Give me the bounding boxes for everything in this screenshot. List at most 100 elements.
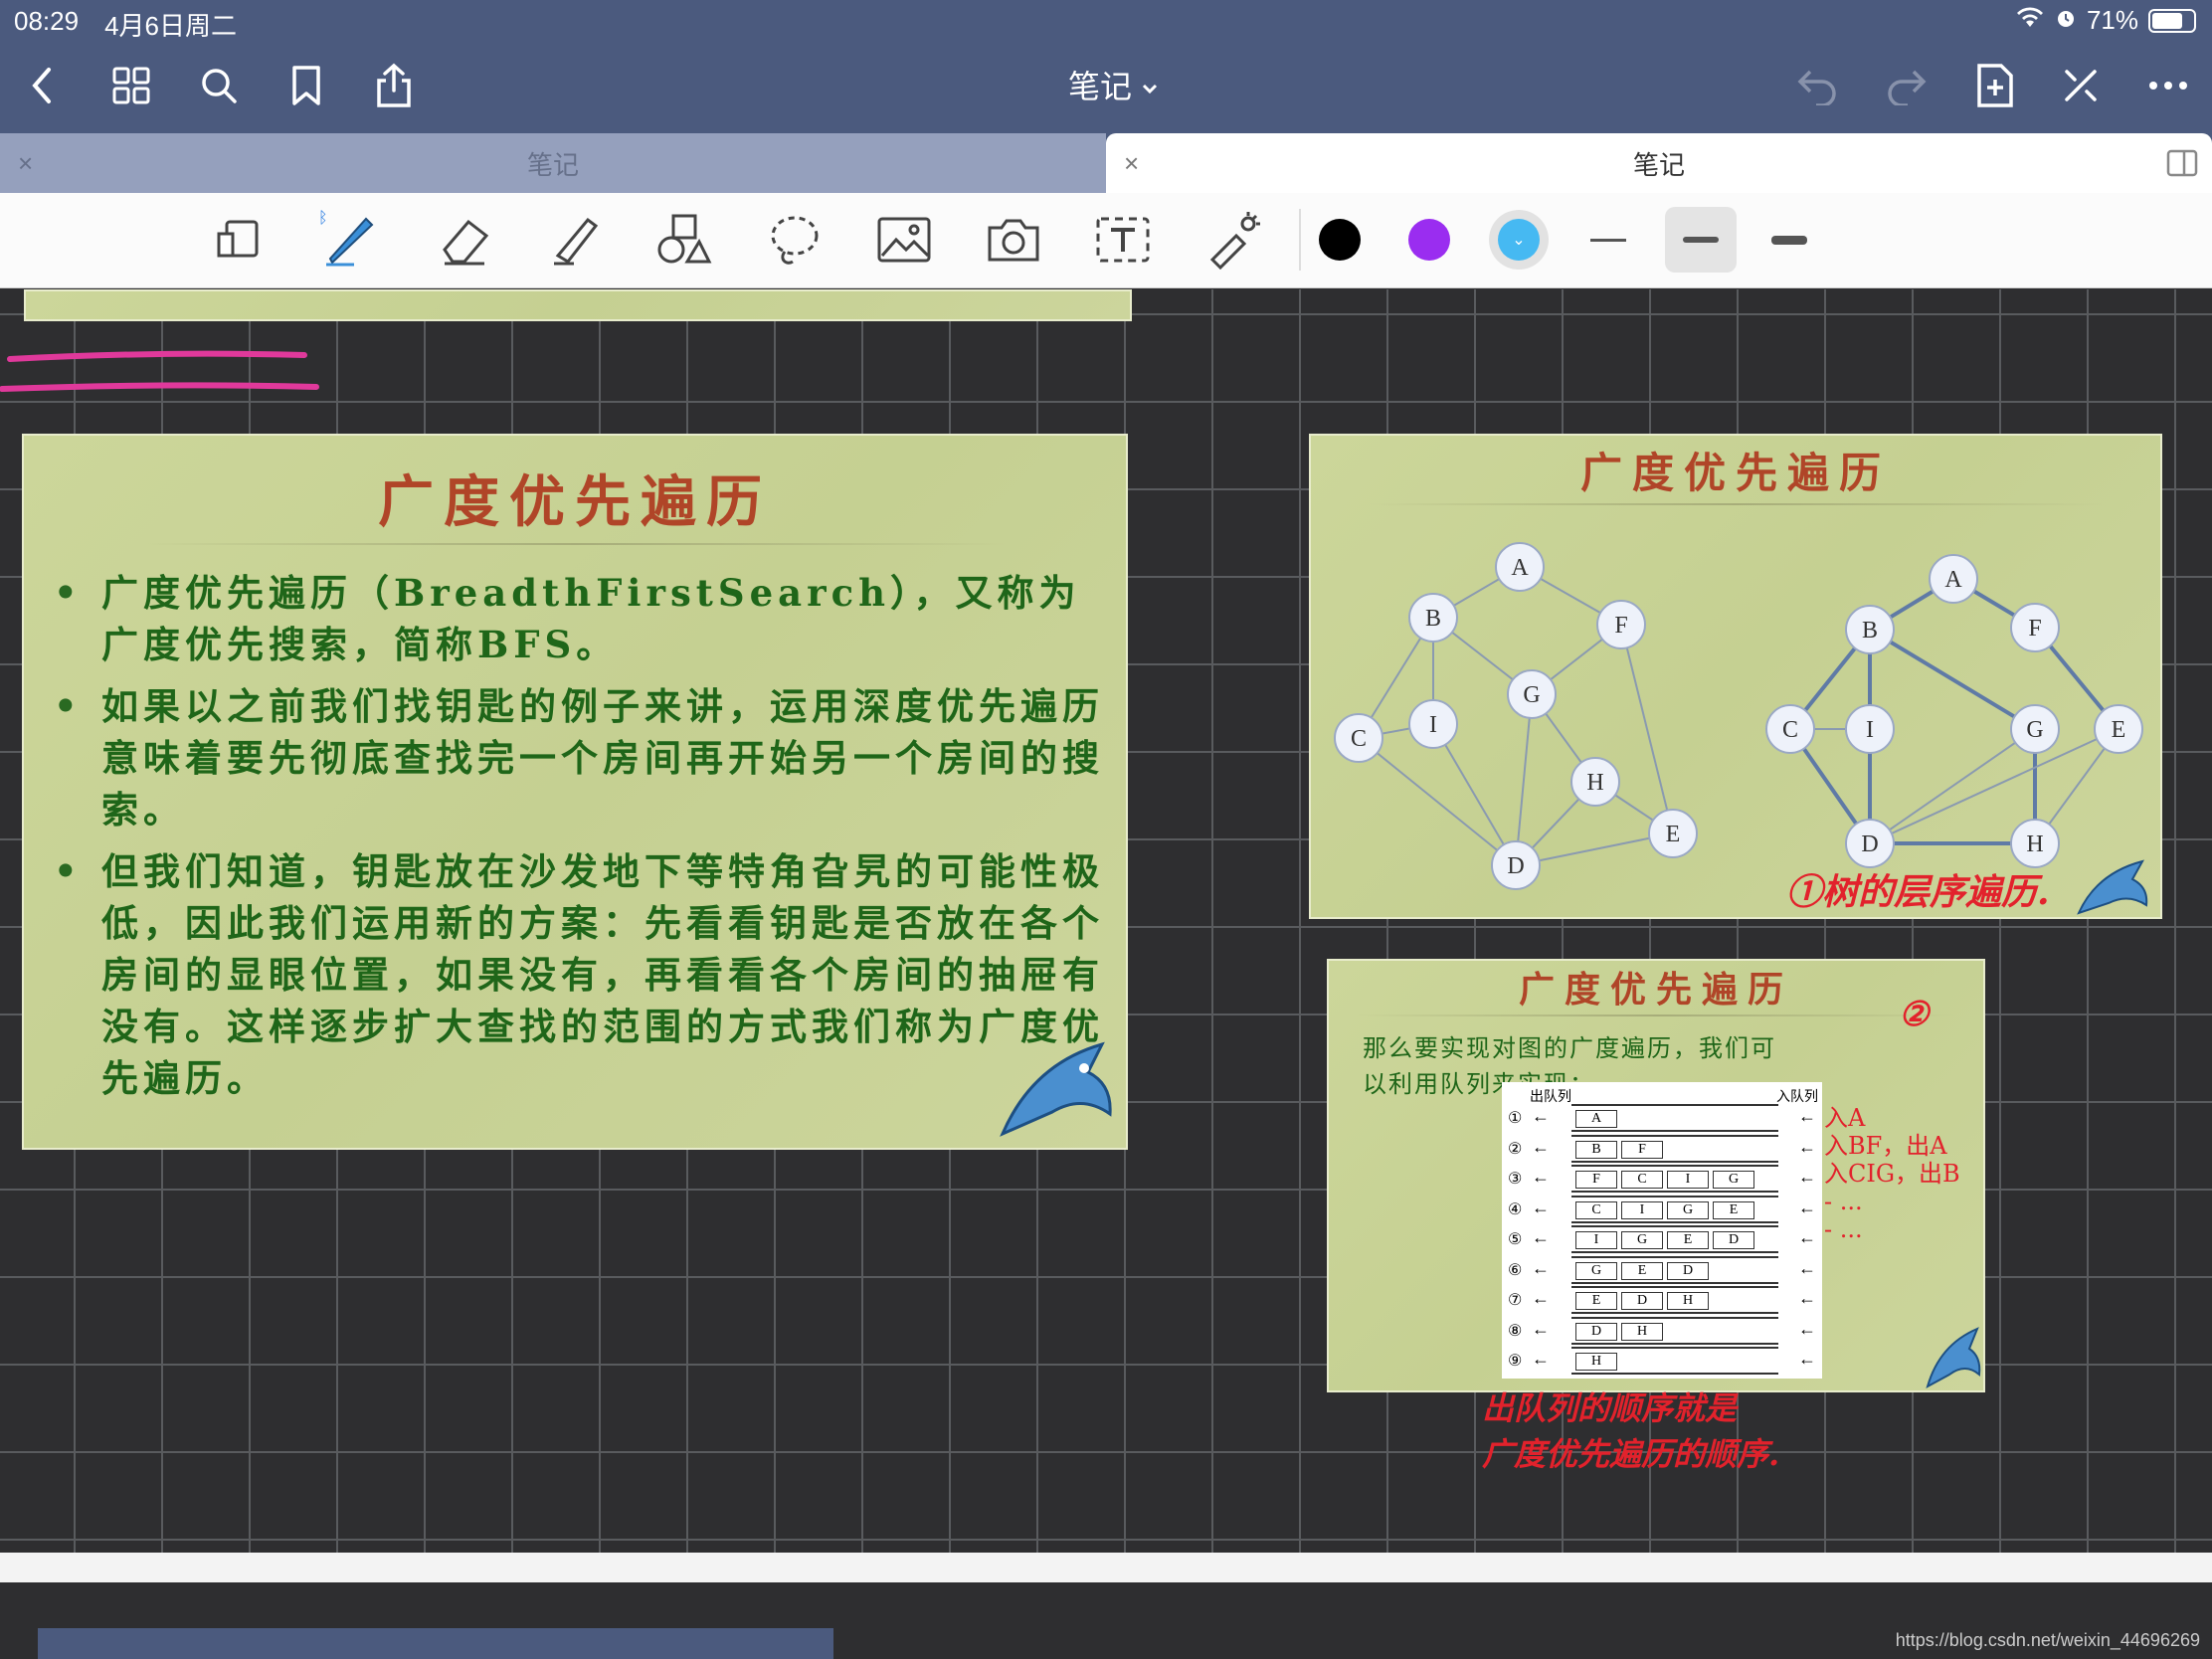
color-cyan-swatch[interactable]: ⌄ bbox=[1486, 207, 1552, 273]
arrow-left-icon: ← bbox=[1532, 1257, 1550, 1278]
more-icon[interactable] bbox=[2140, 58, 2196, 113]
wifi-icon bbox=[2015, 5, 2045, 36]
queue-out-label: 出队列 bbox=[1530, 1088, 1571, 1104]
queue-cell: G bbox=[1575, 1261, 1617, 1280]
queue-step-label: ② bbox=[1508, 1140, 1523, 1158]
arrow-left-icon: ← bbox=[1798, 1318, 1816, 1339]
queue-cell: E bbox=[1575, 1292, 1617, 1310]
magic-pen-icon[interactable] bbox=[2053, 58, 2109, 113]
tab-notes-2[interactable]: × 笔记 bbox=[1106, 133, 2212, 193]
graph-node: A bbox=[1495, 542, 1545, 592]
handwritten-queue-notes: 入A 入BF，出A 入CIG，出B - ... - ... bbox=[1824, 1104, 1960, 1243]
camera-tool-icon[interactable] bbox=[981, 207, 1046, 273]
graph-diagrams: A B F G C I H D E A B F C I G E D H bbox=[1334, 542, 2143, 890]
svg-text:I: I bbox=[1866, 717, 1874, 743]
laser-pointer-icon[interactable] bbox=[1199, 207, 1265, 273]
shark-mascot-icon bbox=[1000, 1041, 1112, 1137]
queue-cell: D bbox=[1575, 1322, 1617, 1341]
arrow-left-icon: ← bbox=[1798, 1106, 1816, 1126]
tree-node: G bbox=[2010, 704, 2060, 754]
queue-cell: I bbox=[1621, 1200, 1663, 1219]
chevron-down-icon bbox=[1140, 67, 1160, 103]
eraser-tool-icon[interactable] bbox=[434, 207, 499, 273]
arrow-left-icon: ← bbox=[1798, 1197, 1816, 1217]
handwritten-note-tree: ①树的层序遍历. bbox=[1786, 871, 2050, 913]
toolbar-divider bbox=[1299, 209, 1301, 271]
top-navigation-bar: 笔记 bbox=[0, 40, 2212, 133]
svg-text:C: C bbox=[1782, 717, 1798, 743]
stroke-thin[interactable] bbox=[1575, 207, 1641, 273]
undo-icon[interactable] bbox=[1790, 58, 1846, 113]
page-layout-icon[interactable] bbox=[205, 207, 271, 273]
queue-row: ① ← ← A bbox=[1502, 1104, 1822, 1134]
search-icon[interactable] bbox=[191, 58, 247, 113]
shark-mascot-icon bbox=[2077, 859, 2148, 915]
previous-slide-fragment bbox=[24, 289, 1132, 321]
arrow-left-icon: ← bbox=[1798, 1227, 1816, 1247]
tree-node: C bbox=[1765, 704, 1815, 754]
queue-step-label: ⑦ bbox=[1508, 1292, 1523, 1309]
graph-node: H bbox=[1570, 757, 1620, 807]
queue-row: ⑦ ← ← E D H bbox=[1502, 1286, 1822, 1316]
watermark: https://blog.csdn.net/weixin_44696269 bbox=[1895, 1630, 2200, 1650]
svg-text:G: G bbox=[2026, 717, 2043, 743]
note-canvas[interactable]: 广度优先遍历 广度优先遍历（BreadthFirstSearch），又称为广度优… bbox=[0, 289, 2212, 1553]
tree-node: H bbox=[2010, 819, 2060, 868]
queue-row: ⑥ ← ← G E D bbox=[1502, 1255, 1822, 1286]
shark-mascot-icon bbox=[1926, 1327, 1981, 1389]
queue-in-label: 入队列 bbox=[1776, 1088, 1818, 1104]
queue-cell: A bbox=[1575, 1110, 1617, 1128]
split-view-icon[interactable] bbox=[2166, 149, 2198, 184]
arrow-left-icon: ← bbox=[1532, 1318, 1550, 1339]
graph-node: C bbox=[1334, 713, 1383, 763]
bookmark-icon[interactable] bbox=[278, 58, 334, 113]
lasso-tool-icon[interactable] bbox=[762, 207, 828, 273]
svg-text:F: F bbox=[1614, 613, 1627, 639]
queue-cell: G bbox=[1621, 1231, 1663, 1249]
close-icon[interactable]: × bbox=[18, 148, 33, 179]
tab-label: 笔记 bbox=[526, 149, 579, 180]
slide-bfs-intro: 广度优先遍历 广度优先遍历（BreadthFirstSearch），又称为广度优… bbox=[22, 434, 1128, 1150]
graph-node: I bbox=[1408, 699, 1458, 749]
queue-row: ⑨ ← ← H bbox=[1502, 1347, 1822, 1377]
drawing-toolbar: ᛒ ⌄ bbox=[0, 193, 2212, 288]
svg-text:E: E bbox=[1666, 822, 1681, 847]
arrow-left-icon: ← bbox=[1798, 1288, 1816, 1308]
bullet-item: 广度优先遍历（BreadthFirstSearch），又称为广度优先搜索，简称B… bbox=[54, 567, 1106, 670]
queue-cell: H bbox=[1575, 1353, 1617, 1371]
close-icon[interactable]: × bbox=[1124, 148, 1139, 179]
queue-cell: H bbox=[1621, 1322, 1663, 1341]
tab-notes-1[interactable]: × 笔记 bbox=[0, 133, 1106, 193]
pen-tool-icon[interactable]: ᛒ bbox=[316, 207, 382, 273]
graph-node: B bbox=[1408, 593, 1458, 643]
arrow-left-icon: ← bbox=[1532, 1106, 1550, 1126]
back-icon[interactable] bbox=[14, 58, 70, 113]
grid-view-icon[interactable] bbox=[103, 58, 159, 113]
title-rule bbox=[1357, 1014, 1955, 1016]
redo-icon[interactable] bbox=[1878, 58, 1934, 113]
document-title-dropdown[interactable]: 笔记 bbox=[1024, 62, 1203, 107]
stroke-medium[interactable] bbox=[1665, 207, 1737, 273]
queue-step-label: ① bbox=[1508, 1110, 1523, 1127]
battery-icon bbox=[2148, 8, 2196, 33]
handwritten-bfs-order-note: 出队列的顺序就是 广度优先遍历的顺序. bbox=[1482, 1389, 1780, 1473]
document-title: 笔记 bbox=[1067, 69, 1132, 104]
queue-cell: H bbox=[1667, 1292, 1709, 1310]
shapes-tool-icon[interactable] bbox=[650, 207, 716, 273]
stroke-thick[interactable] bbox=[1756, 207, 1822, 273]
tree-node: A bbox=[1929, 554, 1978, 604]
queue-cell: B bbox=[1575, 1140, 1617, 1159]
title-rule bbox=[141, 543, 1009, 545]
tree-node: F bbox=[2010, 603, 2060, 652]
highlighter-tool-icon[interactable] bbox=[541, 207, 607, 273]
svg-text:H: H bbox=[1586, 770, 1603, 796]
arrow-left-icon: ← bbox=[1798, 1349, 1816, 1369]
share-icon[interactable] bbox=[366, 58, 422, 113]
add-page-icon[interactable] bbox=[1967, 58, 2023, 113]
color-black-swatch[interactable] bbox=[1307, 207, 1373, 273]
queue-step-label: ④ bbox=[1508, 1200, 1523, 1218]
image-tool-icon[interactable] bbox=[871, 207, 937, 273]
text-tool-icon[interactable] bbox=[1090, 207, 1156, 273]
queue-step-label: ⑤ bbox=[1508, 1231, 1523, 1248]
color-purple-swatch[interactable] bbox=[1396, 207, 1462, 273]
